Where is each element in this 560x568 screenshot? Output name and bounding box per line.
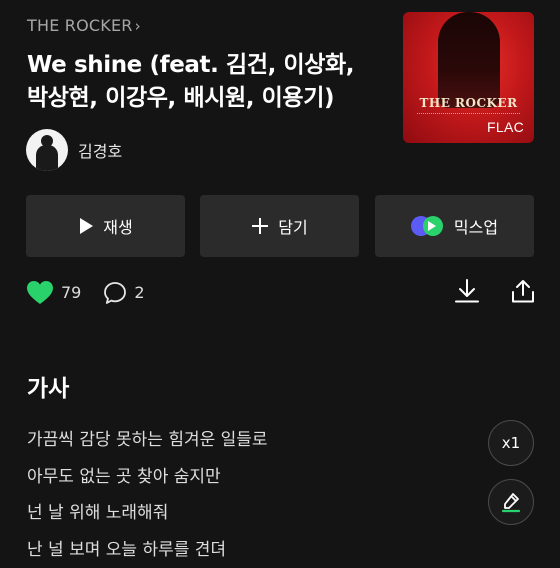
highlight-button[interactable] — [488, 479, 534, 525]
cover-divider — [417, 113, 520, 116]
comment-button[interactable]: 2 — [103, 281, 144, 305]
chevron-right-icon: › — [135, 17, 141, 35]
add-to-playlist-button[interactable]: 담기 — [200, 195, 359, 257]
album-title: THE ROCKER — [27, 16, 133, 35]
cover-title: THE ROCKER — [403, 96, 534, 110]
share-icon[interactable] — [510, 278, 536, 304]
lyrics-line: 가끔씩 감당 못하는 힘겨운 일들로 — [27, 422, 268, 459]
track-title: We shine (feat. 김건, 이상화, 박상현, 이강우, 배시원, … — [27, 49, 377, 115]
track-actions — [454, 278, 536, 304]
play-button[interactable]: 재생 — [26, 195, 185, 257]
mixup-icon — [411, 215, 445, 237]
speed-label: x1 — [502, 434, 520, 452]
lyrics-line: 넌 날 위해 노래해줘 — [27, 495, 268, 532]
lyrics-heading: 가사 — [27, 369, 69, 403]
play-button-label: 재생 — [103, 214, 132, 238]
lyrics-line: 아무도 없는 곳 찾아 숨지만 — [27, 459, 268, 496]
stats-row: 79 2 — [26, 280, 167, 305]
comment-bubble-icon — [103, 281, 127, 305]
plus-icon — [251, 217, 269, 235]
cover-artwork-figure — [438, 12, 500, 108]
artist-avatar — [26, 129, 68, 171]
heart-icon — [26, 280, 54, 305]
add-button-label: 담기 — [278, 214, 307, 238]
comment-count: 2 — [134, 283, 144, 302]
highlighter-icon — [499, 490, 523, 514]
mixup-button-label: 믹스업 — [454, 214, 498, 238]
like-button[interactable]: 79 — [26, 280, 81, 305]
mixup-button[interactable]: 믹스업 — [375, 195, 534, 257]
flac-badge: FLAC — [487, 119, 524, 135]
play-icon — [78, 217, 94, 235]
artist-link[interactable]: 김경호 — [26, 129, 122, 171]
lyrics-line: 난 널 보며 오늘 하루를 견뎌 — [27, 532, 268, 568]
lyrics-text[interactable]: 가끔씩 감당 못하는 힘겨운 일들로 아무도 없는 곳 찾아 숨지만 넌 날 위… — [27, 422, 268, 568]
artist-name: 김경호 — [78, 138, 122, 162]
like-count: 79 — [61, 283, 81, 302]
album-cover[interactable]: THE ROCKER FLAC — [403, 12, 534, 143]
lyrics-speed-button[interactable]: x1 — [488, 420, 534, 466]
album-link[interactable]: THE ROCKER › — [27, 16, 141, 35]
download-icon[interactable] — [454, 278, 480, 304]
